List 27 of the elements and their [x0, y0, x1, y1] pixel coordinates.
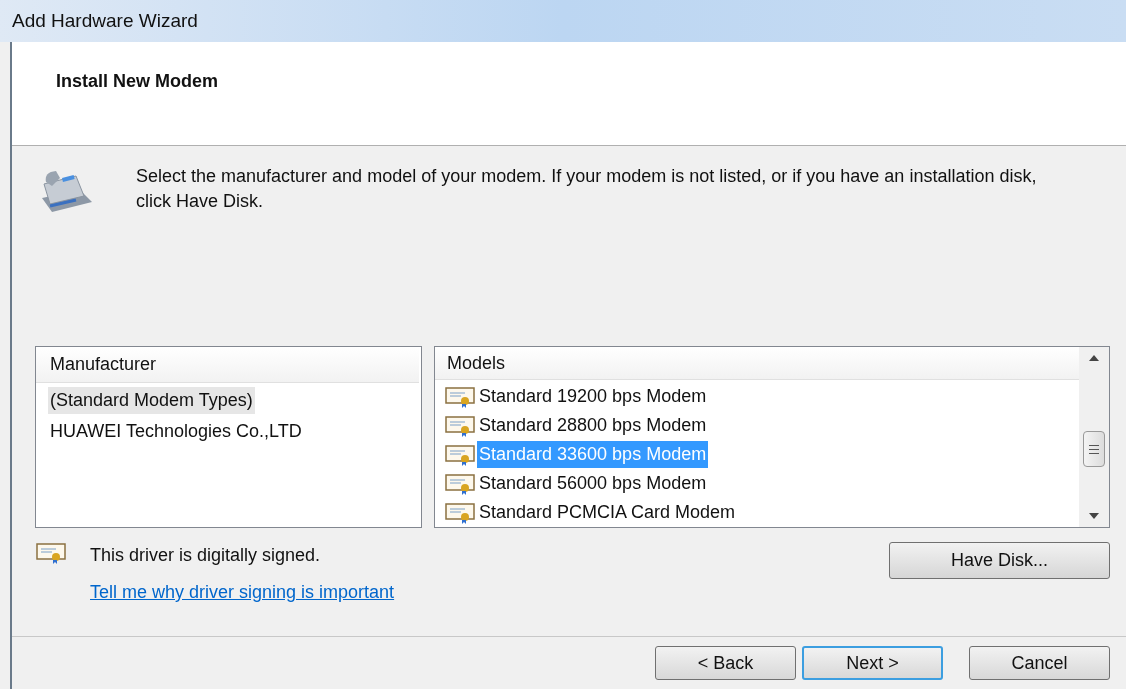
models-list[interactable]: Models Standard 19200 bps Modem Standard 28800 bps Modem Standard 33600 bps Modem Standard 56000 bps Modem Standard PCMCIA Card Modem [434, 346, 1110, 528]
certificate-icon [445, 501, 475, 524]
wizard-button[interactable]: < Back [655, 646, 796, 680]
list-item[interactable]: Standard 19200 bps Modem [477, 383, 709, 410]
wizard-button[interactable]: Next > [802, 646, 943, 680]
signing-status: This driver is digitally signed. [90, 544, 322, 567]
list-item[interactable]: Standard 28800 bps Modem [477, 412, 709, 439]
certificate-icon [445, 472, 475, 495]
have-disk-button[interactable]: Have Disk... [889, 542, 1110, 579]
list-item[interactable]: (Standard Modem Types) [48, 387, 255, 414]
page-heading: Install New Modem [56, 71, 219, 91]
instruction-text: Select the manufacturer and model of your modem. If your modem is not listed, or if you have an installation disk, click Have Disk. [136, 165, 1038, 213]
window-title: Add Hardware Wizard [12, 8, 198, 33]
list-item[interactable]: Standard 56000 bps Modem [477, 470, 709, 497]
scroll-down-icon[interactable] [1089, 513, 1099, 519]
help-link[interactable]: Tell me why driver signing is important [90, 579, 395, 606]
scrollbar[interactable] [1079, 347, 1109, 527]
certificate-icon [445, 443, 475, 466]
certificate-icon [445, 385, 475, 408]
scroll-thumb[interactable] [1083, 431, 1105, 467]
list-item[interactable]: Standard PCMCIA Card Modem [477, 499, 738, 526]
scroll-up-icon[interactable] [1089, 355, 1099, 361]
manufacturer-list[interactable]: Manufacturer (Standard Modem Types) HUAWEI Technologies Co.,LTD [35, 346, 422, 528]
wizard-button[interactable]: Cancel [969, 646, 1110, 680]
list-item[interactable]: HUAWEI Technologies Co.,LTD [48, 418, 304, 445]
certificate-icon [445, 414, 475, 437]
certificate-icon [36, 542, 66, 564]
